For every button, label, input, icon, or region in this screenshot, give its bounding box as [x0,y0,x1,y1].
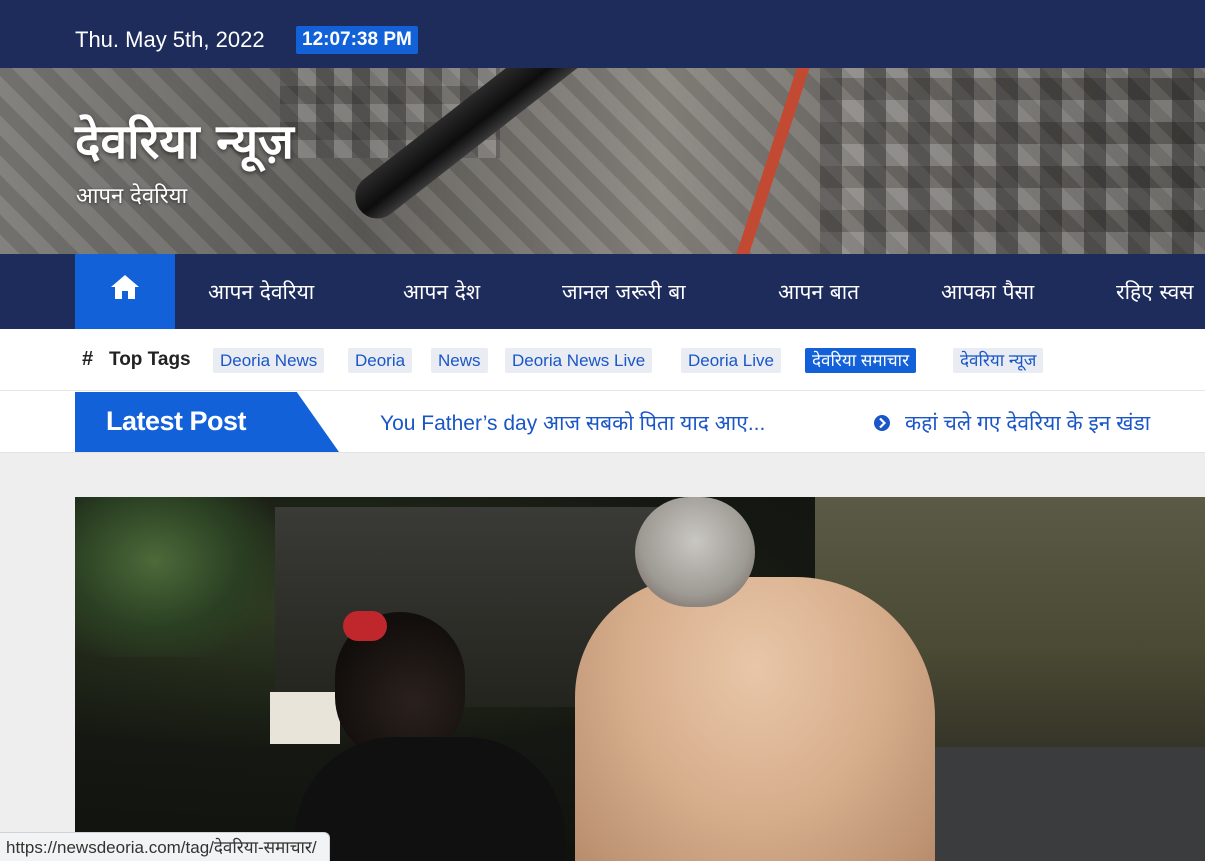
tag-deoria-samachar[interactable]: देवरिया समाचार [805,348,917,373]
featured-post-image[interactable] [75,497,1205,861]
tag-news[interactable]: News [431,348,488,373]
latest-post-link[interactable]: कहां चले गए देवरिया के इन खंडा [905,409,1150,437]
hero-man-head [635,497,755,607]
tag-deoria-news-live[interactable]: Deoria News Live [505,348,653,373]
nav-item-rahiye-swasth[interactable]: रहिए स्वस [1116,278,1194,306]
current-date: Thu. May 5th, 2022 [75,27,265,52]
tag-deoria-news-hindi[interactable]: देवरिया न्यूज [953,348,1044,373]
latest-post-label: Latest Post [106,406,247,436]
site-header: देवरिया न्यूज़ आपन देवरिया [0,68,1205,254]
main-navigation: आपन देवरिया आपन देश जानल जरूरी बा आपन बा… [0,254,1205,329]
chevron-circle-right-icon [874,415,890,431]
nav-item-apan-desh[interactable]: आपन देश [403,278,480,306]
nav-item-apan-baat[interactable]: आपन बात [778,278,859,306]
hero-light [270,692,340,744]
hero-trees [75,497,275,657]
browser-status-bar-url: https://newsdeoria.com/tag/देवरिया-समाचा… [0,832,330,861]
latest-post-badge: Latest Post [75,392,339,452]
top-tags-bar: # Top Tags Deoria News Deoria News Deori… [0,329,1205,391]
top-tags-label: Top Tags [109,349,191,370]
hero-man [575,577,935,861]
tag-deoria-news[interactable]: Deoria News [213,348,325,373]
nav-item-apan-deoria[interactable]: आपन देवरिया [208,278,314,306]
hero-woman [295,737,565,861]
home-icon [111,274,139,299]
site-title-link[interactable]: देवरिया न्यूज़ [75,108,294,173]
header-pencil-image [714,68,825,254]
site-tagline: आपन देवरिया [76,184,188,209]
nav-item-janal-jaruri-ba[interactable]: जानल जरूरी बा [562,278,686,306]
header-crossword-background-right [820,68,1205,254]
top-bar: Thu. May 5th, 2022 12:07:38 PM [0,0,1205,68]
nav-item-apka-paisa[interactable]: आपका पैसा [941,278,1034,306]
nav-home-button[interactable] [75,254,175,329]
hero-hair-flower [343,611,387,641]
latest-post-ticker: Latest Post You Father’s day आज सबको पित… [0,391,1205,453]
current-time-badge: 12:07:38 PM [296,26,418,54]
hash-icon: # [82,348,94,370]
latest-post-link[interactable]: You Father’s day आज सबको पिता याद आए... [380,409,765,437]
tag-deoria[interactable]: Deoria [348,348,413,373]
tag-deoria-live[interactable]: Deoria Live [681,348,781,373]
